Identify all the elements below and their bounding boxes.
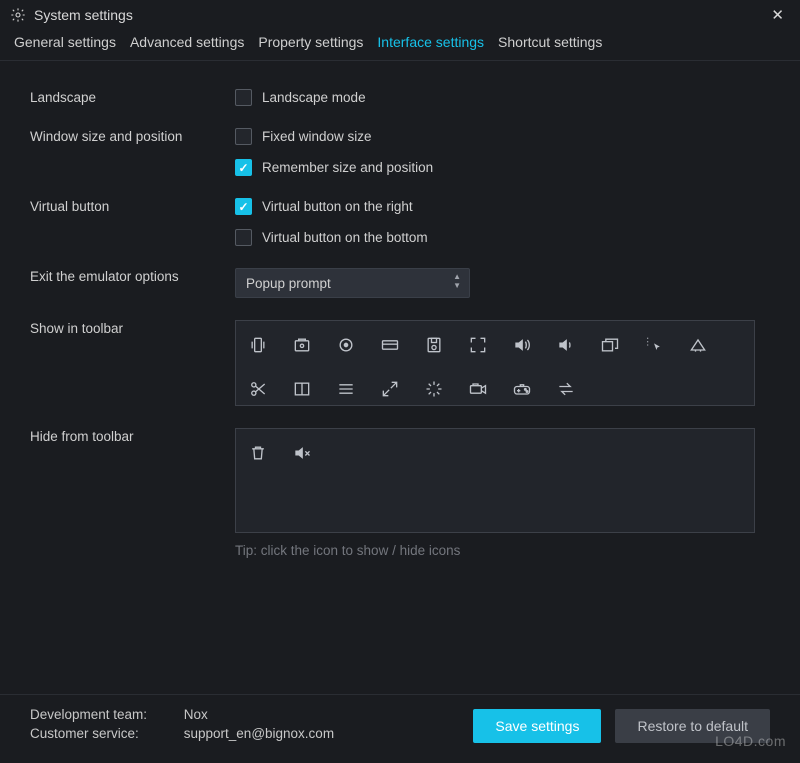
label-window-size: Window size and position	[30, 128, 235, 144]
checkbox-fixed-window-size[interactable]	[235, 128, 252, 145]
loading-icon[interactable]	[424, 379, 444, 399]
dev-team-value: Nox	[184, 707, 208, 722]
select-exit-options[interactable]: Popup prompt ▲▼	[235, 268, 470, 298]
transfer-icon[interactable]	[556, 379, 576, 399]
checkbox-label-virtual-button-right: Virtual button on the right	[262, 199, 413, 214]
row-tip: Tip: click the icon to show / hide icons	[30, 543, 770, 558]
label-exit-options: Exit the emulator options	[30, 268, 235, 284]
window-title: System settings	[34, 7, 133, 23]
content-area: Landscape Landscape mode Window size and…	[0, 61, 800, 558]
fullscreen-icon[interactable]	[468, 335, 488, 355]
tip-text: Tip: click the icon to show / hide icons	[235, 543, 460, 558]
label-virtual-button: Virtual button	[30, 198, 235, 214]
screenshot-icon[interactable]	[292, 335, 312, 355]
checkbox-label-landscape-mode: Landscape mode	[262, 90, 366, 105]
mute-icon[interactable]	[292, 443, 312, 463]
scissors-icon[interactable]	[248, 379, 268, 399]
shake-icon[interactable]	[248, 335, 268, 355]
checkbox-remember-size[interactable]	[235, 159, 252, 176]
multi-window-icon[interactable]	[600, 335, 620, 355]
footer: Development team: Nox Customer service: …	[0, 694, 800, 763]
tab-property[interactable]: Property settings	[258, 34, 363, 50]
volume-down-icon[interactable]	[556, 335, 576, 355]
save-settings-button[interactable]: Save settings	[473, 709, 601, 743]
restore-default-label: Restore to default	[637, 718, 748, 734]
menu-icon[interactable]	[336, 379, 356, 399]
expand-icon[interactable]	[380, 379, 400, 399]
gear-icon	[10, 7, 26, 23]
restore-default-button[interactable]: Restore to default	[615, 709, 770, 743]
tab-shortcut[interactable]: Shortcut settings	[498, 34, 602, 50]
row-show-toolbar: Show in toolbar	[30, 320, 770, 406]
show-toolbar-box	[235, 320, 755, 406]
close-button[interactable]: ✕	[765, 6, 790, 24]
tab-advanced[interactable]: Advanced settings	[130, 34, 244, 50]
customer-service-label: Customer service:	[30, 726, 180, 741]
checkbox-virtual-button-right[interactable]	[235, 198, 252, 215]
tab-interface[interactable]: Interface settings	[377, 34, 484, 50]
checkbox-label-remember-size: Remember size and position	[262, 160, 433, 175]
label-show-toolbar: Show in toolbar	[30, 320, 235, 336]
save-settings-label: Save settings	[495, 718, 579, 734]
checkbox-label-fixed-window-size: Fixed window size	[262, 129, 372, 144]
label-landscape: Landscape	[30, 89, 235, 105]
controller-icon[interactable]	[512, 379, 532, 399]
titlebar: System settings ✕	[0, 0, 800, 26]
chevron-updown-icon: ▲▼	[453, 273, 461, 290]
save-disk-icon[interactable]	[424, 335, 444, 355]
footer-info: Development team: Nox Customer service: …	[30, 707, 459, 745]
checkbox-label-virtual-button-bottom: Virtual button on the bottom	[262, 230, 428, 245]
hide-toolbar-box	[235, 428, 755, 533]
customer-service-value: support_en@bignox.com	[184, 726, 334, 741]
checkbox-virtual-button-bottom[interactable]	[235, 229, 252, 246]
row-hide-toolbar: Hide from toolbar	[30, 428, 770, 533]
trash-icon[interactable]	[248, 443, 268, 463]
tab-bar: General settings Advanced settings Prope…	[0, 26, 800, 61]
apk-install-icon[interactable]	[688, 335, 708, 355]
row-virtual-button: Virtual button Virtual button on the rig…	[30, 198, 770, 246]
keyboard-layout-icon[interactable]	[380, 335, 400, 355]
select-exit-options-value: Popup prompt	[246, 276, 331, 291]
location-icon[interactable]	[336, 335, 356, 355]
checkbox-landscape-mode[interactable]	[235, 89, 252, 106]
close-icon: ✕	[771, 7, 784, 24]
tab-general[interactable]: General settings	[14, 34, 116, 50]
volume-up-icon[interactable]	[512, 335, 532, 355]
row-exit-options: Exit the emulator options Popup prompt ▲…	[30, 268, 770, 298]
label-hide-toolbar: Hide from toolbar	[30, 428, 235, 444]
cursor-settings-icon[interactable]	[644, 335, 664, 355]
row-landscape: Landscape Landscape mode	[30, 89, 770, 106]
dev-team-label: Development team:	[30, 707, 180, 722]
record-icon[interactable]	[468, 379, 488, 399]
row-window-size: Window size and position Fixed window si…	[30, 128, 770, 176]
split-icon[interactable]	[292, 379, 312, 399]
